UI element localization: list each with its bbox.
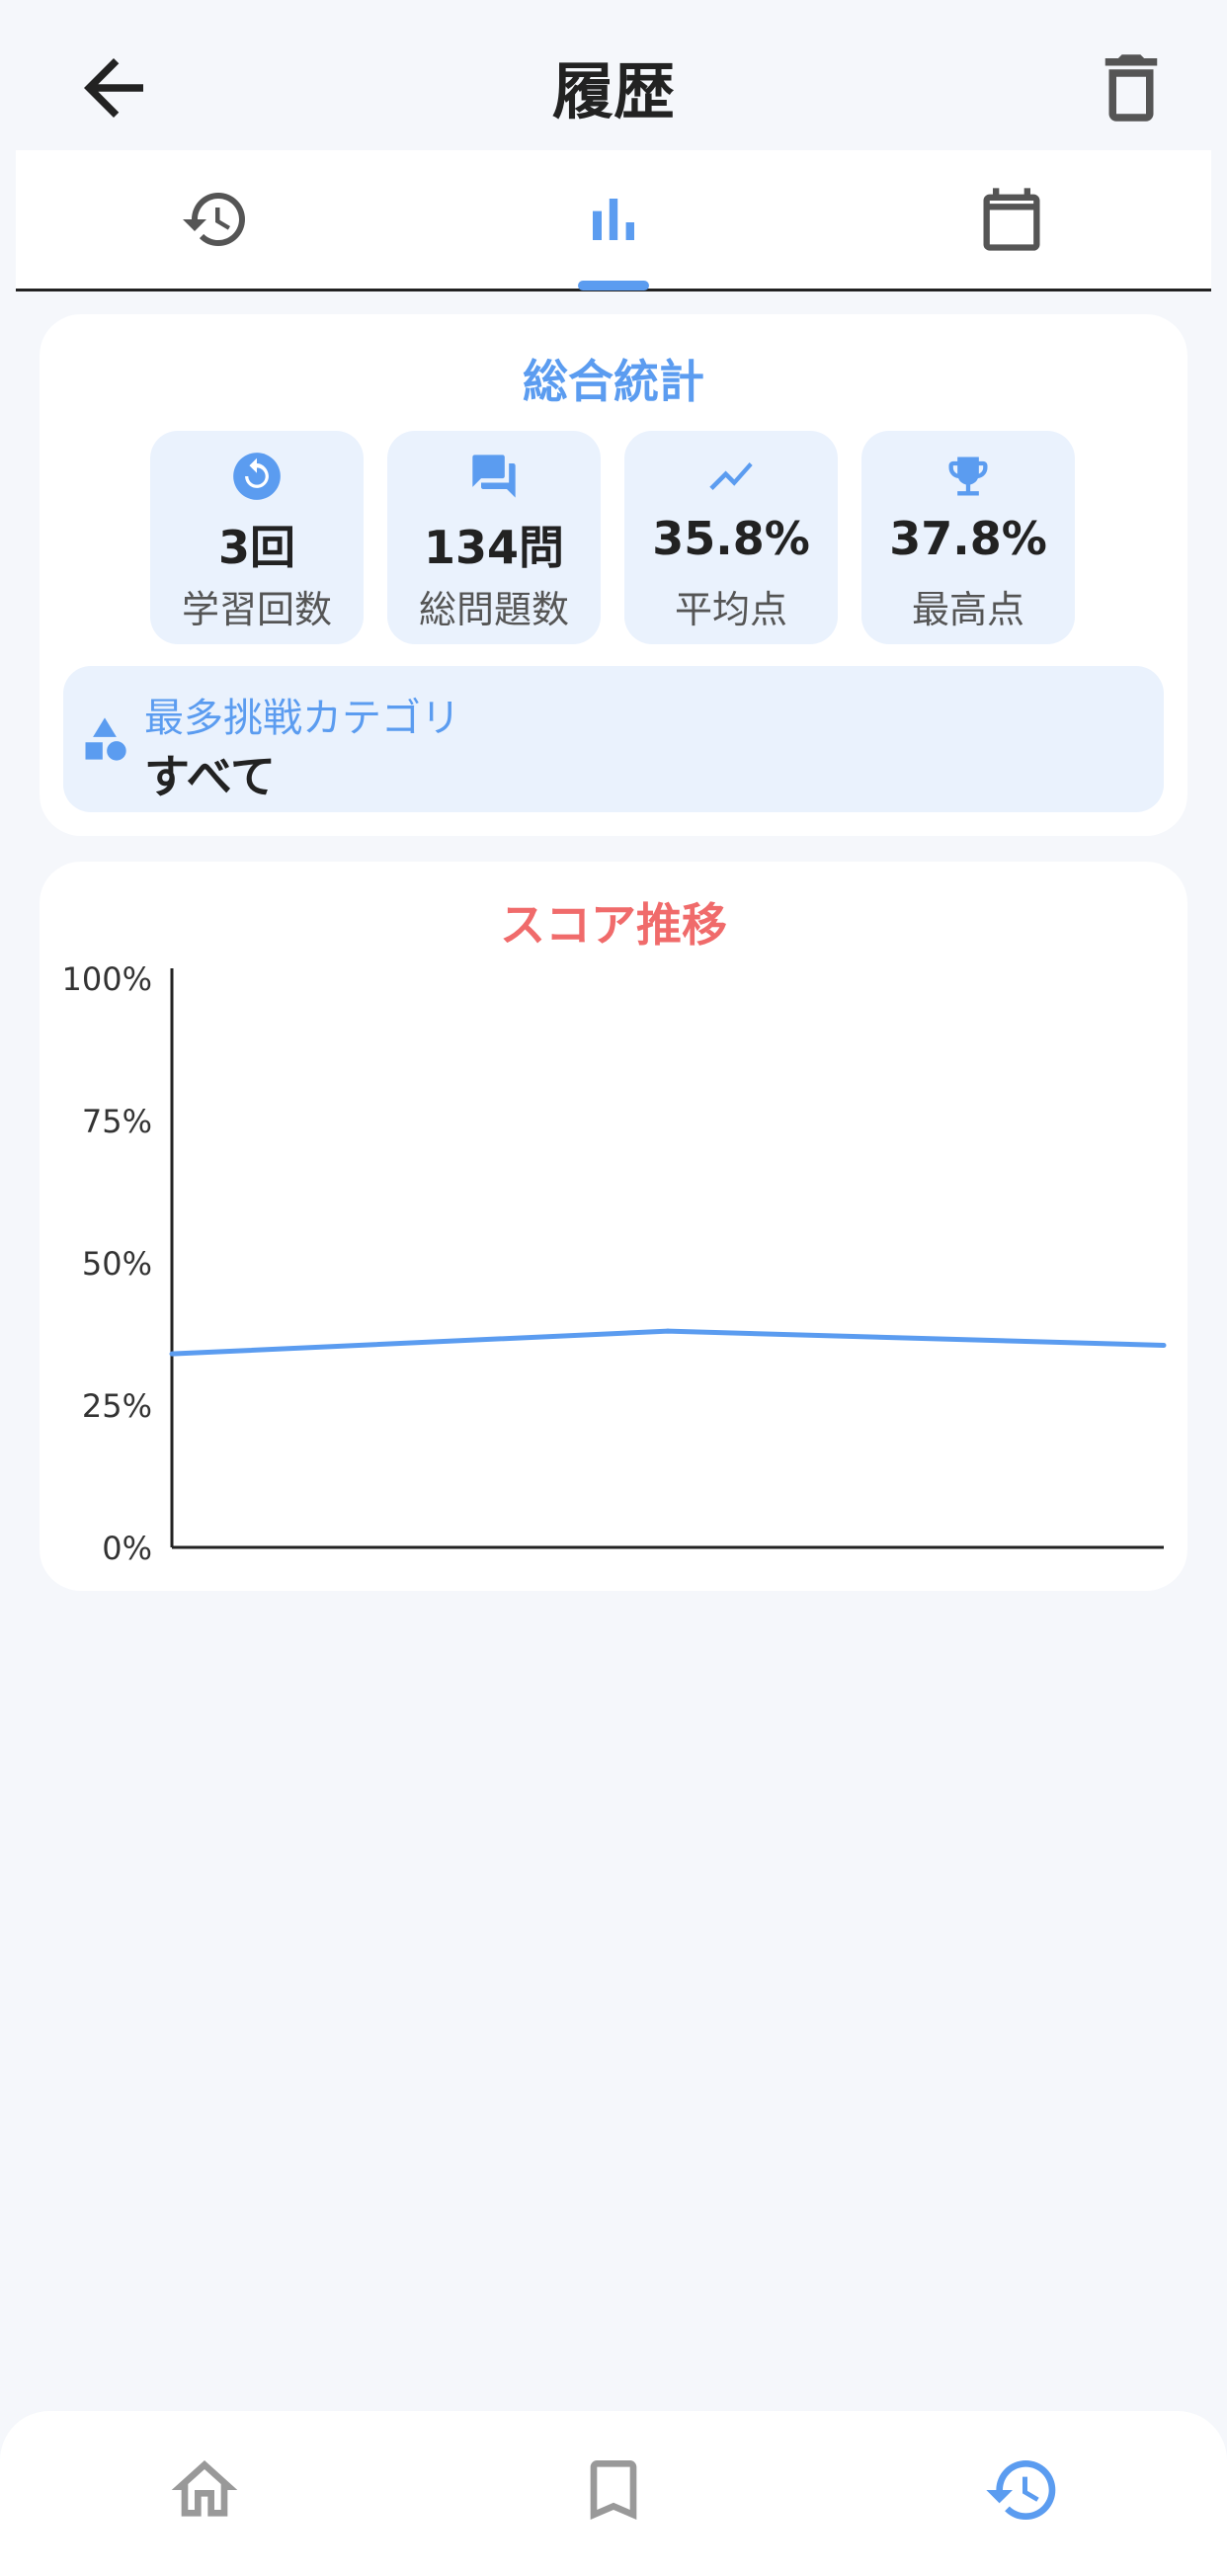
stat-label: 学習回数 bbox=[181, 588, 332, 631]
stat-value: 37.8% bbox=[889, 512, 1047, 565]
tab-bar bbox=[16, 150, 1211, 291]
stat-question-count: 134問 総問題数 bbox=[387, 431, 601, 644]
trophy-icon bbox=[948, 457, 988, 496]
score-trend-chart: 0% 25% 50% 75% 100% bbox=[62, 960, 1167, 1567]
y-tick-label: 75% bbox=[82, 1103, 152, 1140]
history-icon bbox=[182, 193, 245, 247]
score-trend-card: スコア推移 0% 25% 50% 75% 100% bbox=[40, 862, 1187, 1591]
stat-value: 35.8% bbox=[652, 512, 810, 565]
trend-icon bbox=[709, 461, 753, 491]
stat-label: 総問題数 bbox=[418, 588, 569, 631]
y-tick-label: 0% bbox=[102, 1530, 152, 1567]
nav-history[interactable] bbox=[983, 2451, 1062, 2530]
stat-study-count: 3回 学習回数 bbox=[150, 431, 364, 644]
stat-value: 3回 bbox=[217, 521, 295, 574]
bottom-navigation bbox=[0, 2411, 1227, 2576]
top-category-label: 最多挑戦カテゴリ bbox=[144, 696, 460, 741]
nav-home[interactable] bbox=[165, 2451, 244, 2530]
category-icon bbox=[85, 717, 126, 761]
nav-bookmarks[interactable] bbox=[574, 2451, 653, 2530]
data-point bbox=[1161, 1343, 1167, 1349]
series-line bbox=[171, 1328, 1165, 1357]
y-tick-label: 100% bbox=[62, 960, 152, 998]
y-tick-label: 50% bbox=[82, 1245, 152, 1283]
stat-label: 最高点 bbox=[911, 588, 1024, 631]
trash-icon bbox=[1104, 54, 1158, 122]
stat-label: 平均点 bbox=[674, 588, 787, 631]
y-tick-label: 25% bbox=[82, 1387, 152, 1425]
active-tab-indicator bbox=[578, 281, 649, 291]
summary-title: 総合統計 bbox=[523, 355, 704, 408]
history-icon bbox=[986, 2460, 1056, 2520]
replay-icon bbox=[233, 453, 281, 500]
summary-card: 総合統計 3回 学習回数 134問 総問題数 35.8% 平均点 37.8% 最… bbox=[40, 314, 1187, 836]
stat-average: 35.8% 平均点 bbox=[624, 431, 838, 644]
chat-icon bbox=[472, 455, 516, 498]
tab-history[interactable] bbox=[16, 150, 414, 289]
data-point bbox=[665, 1328, 671, 1334]
stat-best: 37.8% 最高点 bbox=[861, 431, 1075, 644]
home-icon bbox=[171, 2460, 238, 2517]
app-bar: 履歴 bbox=[0, 0, 1227, 150]
top-category-value: すべて bbox=[144, 750, 276, 803]
bookmark-icon bbox=[590, 2460, 637, 2520]
bar-chart-icon bbox=[592, 199, 634, 240]
tab-statistics[interactable] bbox=[414, 150, 812, 289]
tab-calendar[interactable] bbox=[812, 150, 1210, 289]
page-title: 履歴 bbox=[551, 55, 675, 127]
data-point bbox=[169, 1351, 175, 1357]
top-category-panel: 最多挑戦カテゴリ すべて bbox=[63, 666, 1164, 812]
stat-value: 134問 bbox=[423, 521, 565, 574]
delete-button[interactable] bbox=[1087, 43, 1176, 132]
calendar-icon bbox=[983, 188, 1039, 251]
